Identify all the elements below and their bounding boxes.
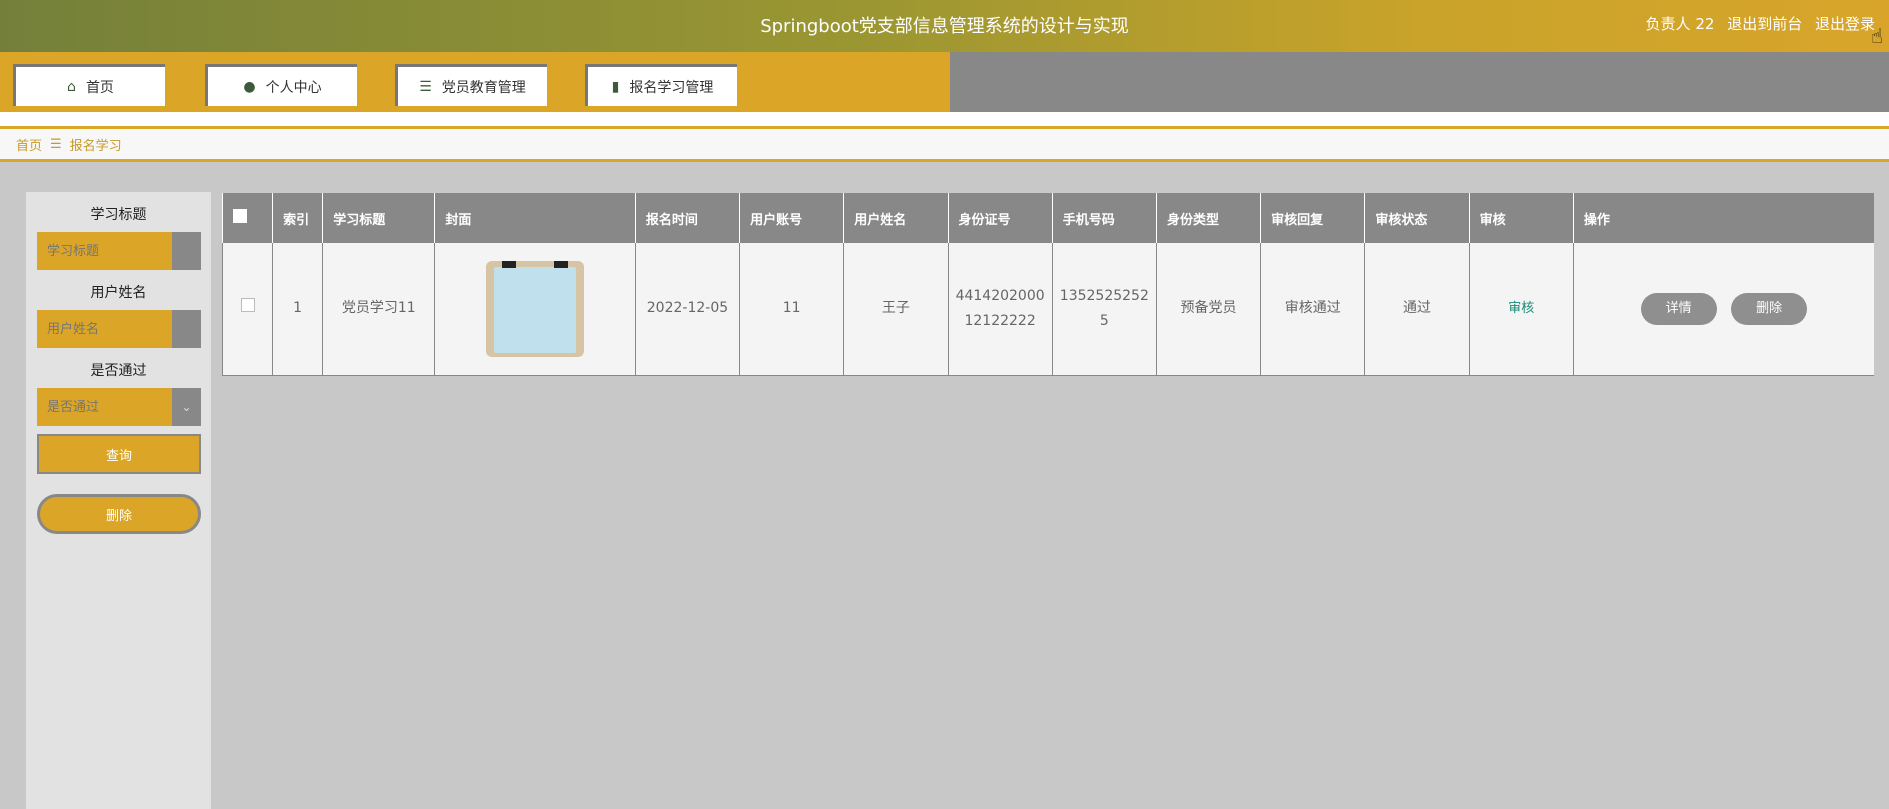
col-phone: 手机号码 <box>1051 193 1157 243</box>
cell-audit-reply: 审核通过 <box>1260 243 1365 376</box>
col-account: 用户账号 <box>739 193 844 243</box>
breadcrumb-home[interactable]: 首页 <box>16 135 42 154</box>
col-identity: 身份类型 <box>1155 193 1261 243</box>
table-header-row: 索引 学习标题 封面 报名时间 用户账号 用户姓名 身份证号 手机号码 身份类型… <box>221 193 1874 243</box>
title-input[interactable] <box>37 232 172 270</box>
col-audit-status: 审核状态 <box>1364 193 1470 243</box>
nav-item-label: 报名学习管理 <box>629 79 714 96</box>
cell-actions: 详情 删除 <box>1572 243 1874 376</box>
cover-image <box>486 260 585 357</box>
list-icon: ☰ <box>419 78 432 95</box>
nav-item-signup-study[interactable]: ▮ 报名学习管理 <box>585 64 737 106</box>
audit-link[interactable]: 审核 <box>1508 301 1534 316</box>
pass-label: 是否通过 <box>90 363 147 379</box>
title-label: 学习标题 <box>90 207 147 223</box>
cell-phone: 1352525252 5 <box>1051 243 1157 376</box>
name-label: 用户姓名 <box>90 285 147 301</box>
detail-button[interactable]: 详情 <box>1640 292 1717 325</box>
breadcrumb-separator-icon: ☰ <box>50 136 62 152</box>
breadcrumb-current: 报名学习 <box>69 138 122 154</box>
col-title: 学习标题 <box>322 193 435 243</box>
col-name: 用户姓名 <box>843 193 948 243</box>
home-icon: ⌂ <box>67 78 76 95</box>
query-button[interactable]: 查询 <box>37 434 201 474</box>
row-checkbox[interactable] <box>240 298 255 313</box>
col-index: 索引 <box>272 193 323 243</box>
nav-item-label: 个人中心 <box>265 79 322 96</box>
nav-item-personal-center[interactable]: ● 个人中心 <box>205 64 357 106</box>
delete-button[interactable]: 删除 <box>1731 292 1808 325</box>
cell-signup-time: 2022-12-05 <box>634 243 740 376</box>
select-all-cell <box>221 193 273 243</box>
pass-select[interactable]: ⌄ <box>37 388 201 426</box>
logout-link[interactable]: 退出登录 <box>1815 15 1875 33</box>
data-table: 索引 学习标题 封面 报名时间 用户账号 用户姓名 身份证号 手机号码 身份类型… <box>221 193 1874 376</box>
chevron-down-icon[interactable]: ⌄ <box>172 388 201 426</box>
nav-item-label: 首页 <box>85 79 114 96</box>
col-cover: 封面 <box>434 193 636 243</box>
col-audit: 审核 <box>1468 193 1574 243</box>
col-id-number: 身份证号 <box>947 193 1053 243</box>
col-signup-time: 报名时间 <box>634 193 740 243</box>
pass-select-input[interactable] <box>37 388 172 426</box>
cell-audit-status: 通过 <box>1364 243 1470 376</box>
pointer-cursor-icon: ☝ <box>1870 24 1883 48</box>
user-area: 负责人 22 退出到前台 退出登录 <box>1638 13 1875 34</box>
select-all-checkbox[interactable] <box>233 209 247 223</box>
cell-id-number: 4414202000 12122222 <box>947 243 1053 376</box>
user-icon: ● <box>243 78 256 95</box>
system-title: Springboot党支部信息管理系统的设计与实现 <box>760 16 1129 37</box>
cell-name: 王子 <box>843 243 948 376</box>
nav-item-home[interactable]: ⌂ 首页 <box>13 64 165 106</box>
cell-audit: 审核 <box>1468 243 1574 376</box>
batch-delete-button[interactable]: 删除 <box>37 494 201 534</box>
cell-title: 党员学习11 <box>322 243 435 376</box>
table-row: 1 党员学习11 2022-12-05 11 王子 4414202000 121… <box>221 243 1874 376</box>
cell-account: 11 <box>739 243 844 376</box>
search-panel: 学习标题 用户姓名 是否通过 ⌄ 查询 删除 <box>26 192 211 809</box>
name-field <box>37 310 201 348</box>
title-field <box>37 232 201 270</box>
cell-identity: 预备党员 <box>1155 243 1261 376</box>
cell-cover <box>434 243 636 376</box>
book-icon: ▮ <box>611 78 620 95</box>
breadcrumb: 首页 ☰ 报名学习 <box>0 126 1889 162</box>
cell-index: 1 <box>272 243 323 376</box>
front-link[interactable]: 退出到前台 <box>1727 15 1802 33</box>
nav-item-education[interactable]: ☰ 党员教育管理 <box>395 64 547 106</box>
top-header: Springboot党支部信息管理系统的设计与实现 负责人 22 退出到前台 退… <box>0 0 1889 52</box>
nav-item-label: 党员教育管理 <box>441 79 526 96</box>
col-audit-reply: 审核回复 <box>1260 193 1365 243</box>
user-label: 负责人 22 <box>1645 15 1715 33</box>
main-nav: ⌂ 首页 ● 个人中心 ☰ 党员教育管理 ▮ 报名学习管理 <box>0 52 1889 112</box>
name-input[interactable] <box>37 310 172 348</box>
col-actions: 操作 <box>1572 193 1874 243</box>
